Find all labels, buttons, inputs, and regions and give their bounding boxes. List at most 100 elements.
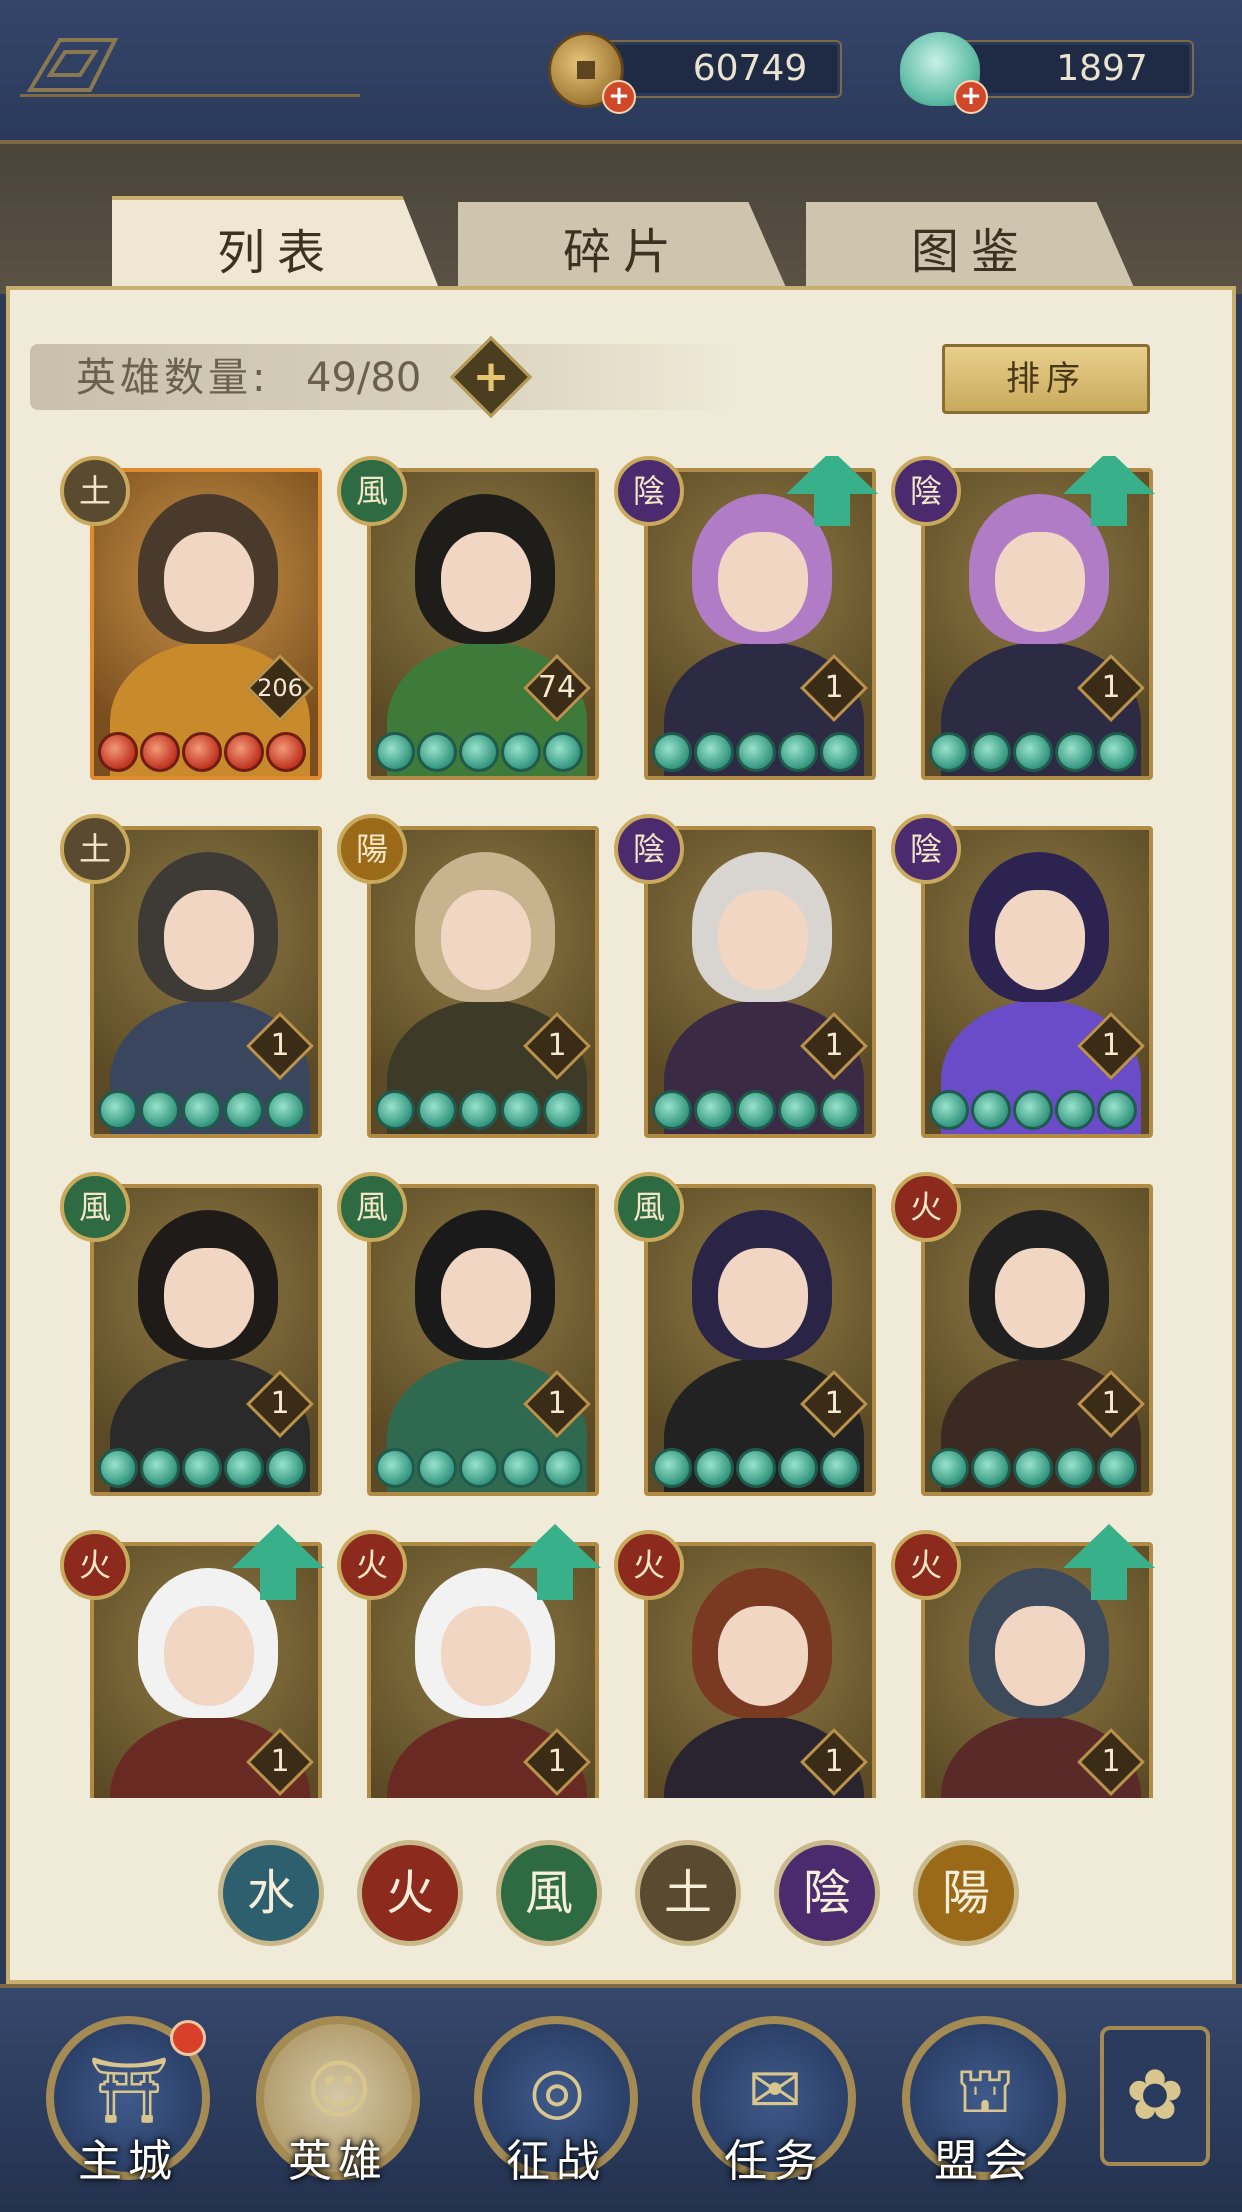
element-badge: 火 xyxy=(891,1172,961,1242)
sort-button[interactable]: 排序 xyxy=(942,344,1150,414)
element-filter-button[interactable]: 土 xyxy=(635,1840,741,1946)
hero-face xyxy=(995,1248,1085,1348)
element-filter-button[interactable]: 陽 xyxy=(913,1840,1019,1946)
star-orb-icon xyxy=(417,1090,457,1130)
hero-card[interactable]: 火1 xyxy=(337,1524,601,1798)
element-badge: 陰 xyxy=(614,814,684,884)
hero-level: 74 xyxy=(537,670,577,705)
star-orb-icon xyxy=(1055,1448,1095,1488)
star-orb-icon xyxy=(98,1090,138,1130)
star-rating xyxy=(375,732,591,772)
star-orb-icon xyxy=(929,732,969,772)
hero-card[interactable]: 火1 xyxy=(60,1524,324,1798)
hero-card[interactable]: 陰1 xyxy=(891,814,1153,1138)
star-orb-icon xyxy=(182,1448,222,1488)
star-rating xyxy=(98,1090,314,1130)
hero-count-value: 49/80 xyxy=(306,355,422,401)
nav-main-city[interactable]: ⛩ 主城 xyxy=(46,2016,216,2206)
star-orb-icon xyxy=(501,1448,541,1488)
star-orb-icon xyxy=(929,1448,969,1488)
hero-card[interactable]: 風1 xyxy=(60,1172,322,1496)
upgrade-arrow-stem xyxy=(260,1566,296,1600)
hero-card[interactable]: 火1 xyxy=(891,1524,1155,1798)
notification-dot xyxy=(170,2020,206,2056)
hero-card[interactable]: 陰1 xyxy=(891,456,1155,780)
star-orb-icon xyxy=(459,1090,499,1130)
hero-card[interactable]: 土 206 xyxy=(60,456,322,780)
hero-card[interactable]: 陰1 xyxy=(614,456,878,780)
drum-icon: ◎ xyxy=(529,2054,585,2128)
upgrade-arrow-icon xyxy=(1063,1524,1155,1568)
element-badge: 陽 xyxy=(337,814,407,884)
star-orb-icon xyxy=(1055,1090,1095,1130)
star-orb-icon xyxy=(98,1448,138,1488)
element-badge: 風 xyxy=(337,456,407,526)
element-filter-button[interactable]: 水 xyxy=(218,1840,324,1946)
element-badge: 火 xyxy=(891,1530,961,1600)
hero-face xyxy=(718,1248,808,1348)
add-coins-button[interactable]: + xyxy=(602,80,636,114)
hero-face xyxy=(164,532,254,632)
element-filter-button[interactable]: 風 xyxy=(496,1840,602,1946)
nav-quests[interactable]: ✉ 任务 xyxy=(692,2016,862,2206)
element-badge: 火 xyxy=(337,1530,407,1600)
star-orb-icon xyxy=(501,1090,541,1130)
nav-heroes[interactable]: ☺ 英雄 xyxy=(256,2016,426,2206)
castle-icon: ⛩ xyxy=(88,2054,170,2128)
star-orb-icon xyxy=(459,1448,499,1488)
upgrade-arrow-icon xyxy=(509,1524,601,1568)
star-orb-icon xyxy=(652,1448,692,1488)
hero-card[interactable]: 火1 xyxy=(891,1172,1153,1496)
element-badge: 土 xyxy=(60,814,130,884)
pattern-logo-icon xyxy=(26,38,119,92)
nav-guild[interactable]: ⛫ 盟会 xyxy=(902,2016,1072,2206)
shell-resource: 1897 + xyxy=(900,32,1200,114)
hero-count-label: 英雄数量: xyxy=(76,355,270,401)
hero-card[interactable]: 風 74 xyxy=(337,456,599,780)
star-orb-icon xyxy=(736,1448,776,1488)
star-orb-icon xyxy=(140,1090,180,1130)
star-orb-icon xyxy=(182,1090,222,1130)
tab-codex[interactable]: 图鉴 xyxy=(806,202,1136,292)
star-orb-icon xyxy=(417,1448,457,1488)
tab-fragments[interactable]: 碎片 xyxy=(458,202,788,292)
hero-level: 1 xyxy=(270,1386,290,1421)
star-orb-icon xyxy=(971,732,1011,772)
hero-card[interactable]: 風1 xyxy=(614,1172,876,1496)
star-orb-icon xyxy=(1097,732,1137,772)
star-rating xyxy=(929,1448,1145,1488)
star-orb-icon xyxy=(652,732,692,772)
star-orb-icon xyxy=(736,1090,776,1130)
tab-fragments-label: 碎片 xyxy=(562,224,683,280)
add-shells-button[interactable]: + xyxy=(954,80,988,114)
hero-face xyxy=(995,532,1085,632)
star-orb-icon xyxy=(778,1448,818,1488)
hero-card[interactable]: 陰1 xyxy=(614,814,876,1138)
element-filter-button[interactable]: 陰 xyxy=(774,1840,880,1946)
star-rating xyxy=(98,1448,314,1488)
hero-face xyxy=(718,1606,808,1706)
hero-card[interactable]: 火1 xyxy=(614,1530,876,1798)
star-orb-icon xyxy=(1055,732,1095,772)
hero-portrait-icon: ☺ xyxy=(305,2054,373,2128)
element-filter-button[interactable]: 火 xyxy=(357,1840,463,1946)
upgrade-arrow-icon xyxy=(232,1524,324,1568)
nav-main-city-label: 主城 xyxy=(78,2136,178,2187)
star-orb-icon xyxy=(694,1448,734,1488)
nav-campaign[interactable]: ◎ 征战 xyxy=(474,2016,644,2206)
more-menu-button[interactable]: ✿ xyxy=(1100,2026,1210,2166)
hero-level: 1 xyxy=(547,1386,567,1421)
tab-list[interactable]: 列表 xyxy=(112,196,442,296)
upgrade-arrow-stem xyxy=(1091,492,1127,526)
element-badge: 陰 xyxy=(614,456,684,526)
element-badge: 火 xyxy=(614,1530,684,1600)
star-orb-icon xyxy=(820,1448,860,1488)
hero-card[interactable]: 陽1 xyxy=(337,814,599,1138)
star-orb-icon xyxy=(1013,732,1053,772)
element-badge: 風 xyxy=(614,1172,684,1242)
tab-codex-label: 图鉴 xyxy=(910,224,1031,280)
star-orb-icon xyxy=(971,1090,1011,1130)
hero-card[interactable]: 風1 xyxy=(337,1172,599,1496)
star-rating xyxy=(929,1090,1145,1130)
hero-card[interactable]: 土1 xyxy=(60,814,322,1138)
